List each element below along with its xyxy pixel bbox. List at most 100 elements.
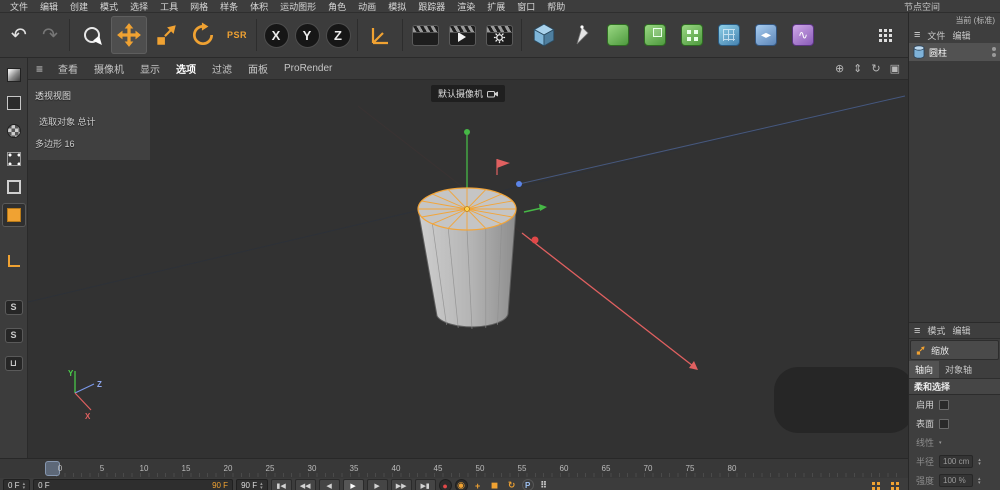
- object-manager-empty[interactable]: [909, 61, 1000, 322]
- undo-button[interactable]: ↶: [4, 16, 34, 54]
- polygon-mode-button[interactable]: [2, 203, 26, 227]
- menu-animate[interactable]: 动画: [352, 0, 382, 13]
- timeline-range-bar[interactable]: 0 F 90 F: [33, 479, 233, 490]
- falloff-dropdown-icon[interactable]: ▾: [939, 441, 942, 445]
- radius-input[interactable]: 100 cm: [939, 455, 973, 468]
- scale-button[interactable]: [148, 16, 184, 54]
- z-lock-button[interactable]: Z: [323, 16, 353, 54]
- goto-end-button[interactable]: ▶▮: [415, 479, 436, 490]
- volume-builder-button[interactable]: [711, 16, 747, 54]
- redo-button[interactable]: ↷: [35, 16, 65, 54]
- render-view-button[interactable]: [407, 16, 443, 54]
- vp-menu-panel[interactable]: 面板: [241, 60, 275, 77]
- prev-key-button[interactable]: ◀◀: [295, 479, 316, 490]
- live-selection-button[interactable]: [74, 16, 110, 54]
- y-lock-button[interactable]: Y: [292, 16, 322, 54]
- strength-spinner[interactable]: ▴▾: [978, 477, 981, 485]
- current-space-dropdown[interactable]: 当前 (标准): [909, 13, 1000, 27]
- cube-primitive-button[interactable]: [526, 16, 562, 54]
- radius-spinner[interactable]: ▴▾: [978, 458, 981, 466]
- menu-character[interactable]: 角色: [322, 0, 352, 13]
- enable-checkbox[interactable]: [939, 400, 949, 410]
- menu-select[interactable]: 选择: [124, 0, 154, 13]
- goto-start-button[interactable]: ▮◀: [271, 479, 292, 490]
- end-frame-field[interactable]: 90 F ▴▾: [236, 479, 268, 490]
- menu-edit[interactable]: 编辑: [34, 0, 64, 13]
- key-rotation-button[interactable]: ↻: [505, 479, 519, 490]
- tab-axis[interactable]: 轴向: [909, 361, 939, 378]
- vp-menu-options[interactable]: 选项: [169, 60, 203, 77]
- psr-button[interactable]: PSR: [222, 16, 252, 54]
- menu-mesh[interactable]: 网格: [184, 0, 214, 13]
- strength-input[interactable]: 100 %: [939, 474, 973, 487]
- menu-spline[interactable]: 样条: [214, 0, 244, 13]
- snap-settings-button[interactable]: S: [2, 323, 26, 347]
- menu-simulate[interactable]: 模拟: [382, 0, 412, 13]
- object-row-cylinder[interactable]: 圆柱: [909, 43, 1000, 61]
- viewport-maximize-icon[interactable]: ▣: [890, 62, 900, 75]
- key-parameter-button[interactable]: P: [522, 479, 534, 490]
- cloner-button[interactable]: [674, 16, 710, 54]
- autokey-button[interactable]: ◉: [455, 479, 468, 490]
- layout-palette-button[interactable]: [891, 482, 894, 485]
- am-menu-edit[interactable]: 编辑: [952, 324, 970, 337]
- timeline-ruler[interactable]: 0 5 10 15 20 25 30 35 40 45 50 55 60 65 …: [0, 458, 908, 478]
- cylinder-object[interactable]: [418, 188, 516, 329]
- point-mode-button[interactable]: [2, 147, 26, 171]
- vp-menu-view[interactable]: 查看: [51, 60, 85, 77]
- rotate-button[interactable]: [185, 16, 221, 54]
- menu-window[interactable]: 窗口: [511, 0, 541, 13]
- viewport-orbit-icon[interactable]: ↻: [871, 62, 880, 75]
- snap-toggle-button[interactable]: S: [2, 295, 26, 319]
- menu-help[interactable]: 帮助: [541, 0, 571, 13]
- key-pla-button[interactable]: ⠿: [537, 479, 551, 490]
- vp-menu-prorender[interactable]: ProRender: [277, 62, 339, 75]
- camera-label[interactable]: 默认摄像机: [431, 85, 505, 102]
- object-origin-dot[interactable]: [465, 207, 470, 212]
- menu-render[interactable]: 渲染: [451, 0, 481, 13]
- subdivision-surface-button[interactable]: [600, 16, 636, 54]
- menu-mograph[interactable]: 运动图形: [274, 0, 322, 13]
- om-menu-edit[interactable]: 编辑: [952, 29, 970, 42]
- am-menu-mode[interactable]: 模式: [927, 324, 945, 337]
- next-key-button[interactable]: ▶▶: [391, 479, 412, 490]
- menu-tools[interactable]: 工具: [154, 0, 184, 13]
- vp-menu-display[interactable]: 显示: [133, 60, 167, 77]
- vp-menu-camera[interactable]: 摄像机: [87, 60, 131, 77]
- x-lock-button[interactable]: X: [261, 16, 291, 54]
- model-mode-button[interactable]: [2, 91, 26, 115]
- end-frame-spinner[interactable]: ▴▾: [260, 482, 263, 490]
- record-button[interactable]: ●: [439, 479, 452, 490]
- menu-file[interactable]: 文件: [4, 0, 34, 13]
- texture-mode-button[interactable]: [2, 119, 26, 143]
- edge-mode-button[interactable]: [2, 175, 26, 199]
- object-axis-dropdown[interactable]: 对象轴: [939, 361, 978, 378]
- key-position-button[interactable]: +: [471, 479, 485, 490]
- viewport-pan-icon[interactable]: ⊕: [835, 62, 844, 75]
- enable-axis-button[interactable]: [2, 249, 26, 273]
- key-scale-button[interactable]: ◼: [488, 479, 502, 490]
- deformer-button[interactable]: ∿: [785, 16, 821, 54]
- instance-button[interactable]: [637, 16, 673, 54]
- viewport-canvas[interactable]: Y Z X 透视视图 选取对象 总计 多边形 16 默认摄像机: [28, 80, 908, 458]
- move-button[interactable]: [111, 16, 147, 54]
- menu-mode[interactable]: 模式: [94, 0, 124, 13]
- menu-extensions[interactable]: 扩展: [481, 0, 511, 13]
- make-editable-button[interactable]: [2, 63, 26, 87]
- hud-view-label[interactable]: 透视视图: [35, 89, 71, 102]
- symmetry-button[interactable]: ◂▸: [748, 16, 784, 54]
- magnet-snap-button[interactable]: ⊔: [2, 351, 26, 375]
- render-settings-button[interactable]: [481, 16, 517, 54]
- visibility-dots-icon[interactable]: [992, 47, 996, 51]
- play-button[interactable]: ▶: [343, 479, 364, 490]
- soft-selection-header[interactable]: 柔和选择: [909, 379, 1000, 395]
- y-axis-handle[interactable]: [464, 129, 470, 135]
- start-frame-spinner[interactable]: ▴▾: [23, 482, 26, 490]
- start-frame-field[interactable]: 0 F ▴▾: [3, 479, 30, 490]
- vp-menu-filter[interactable]: 过滤: [205, 60, 239, 77]
- active-tool-row[interactable]: 缩放: [910, 340, 999, 360]
- coordinate-system-button[interactable]: [362, 16, 398, 54]
- commander-button[interactable]: [868, 16, 904, 54]
- menu-tracker[interactable]: 跟踪器: [412, 0, 451, 13]
- next-frame-button[interactable]: ▶: [367, 479, 388, 490]
